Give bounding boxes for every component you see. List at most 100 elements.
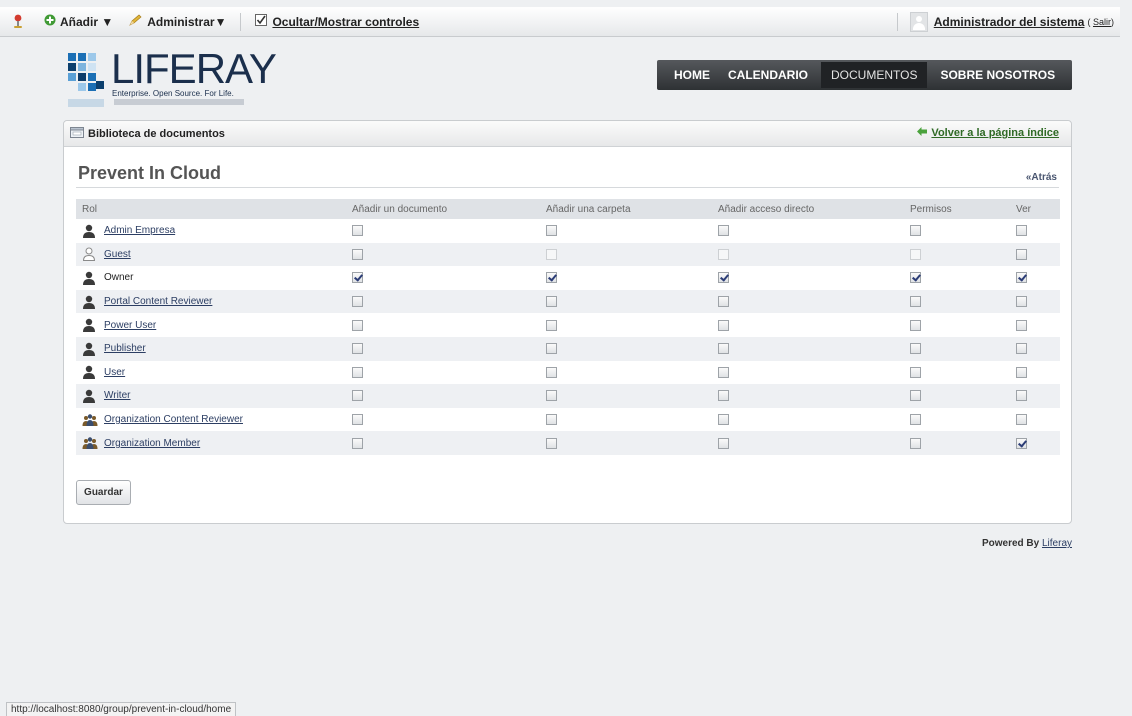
toggle-controls[interactable]: Ocultar/Mostrar controles (255, 14, 419, 29)
permission-cell (540, 384, 712, 408)
site-logo[interactable]: LIFERAY Enterprise. Open Source. For Lif… (64, 47, 277, 125)
nav-item-sobre-nosotros[interactable]: SOBRE NOSOTROS (931, 60, 1064, 90)
user-name-link[interactable]: Administrador del sistema (934, 15, 1085, 29)
checkbox-add-shortcut[interactable] (718, 343, 729, 355)
checkbox-permissions[interactable] (910, 413, 921, 425)
user-area: Administrador del sistema ( Salir) (896, 7, 1114, 37)
role-name-link[interactable]: Guest (104, 249, 131, 260)
checkbox-add-document[interactable] (352, 296, 363, 307)
checkbox-add-folder[interactable] (546, 343, 557, 355)
permission-cell (540, 289, 712, 314)
back-to-index[interactable]: Volver a la página índice (917, 127, 1059, 139)
checkbox-add-folder[interactable] (546, 413, 557, 425)
save-button[interactable]: Guardar (76, 480, 131, 505)
role-name-link[interactable]: Organization Member (104, 438, 200, 449)
role-name-link[interactable]: Admin Empresa (104, 225, 175, 236)
pin-icon[interactable] (8, 14, 28, 30)
manage-menu[interactable]: Administrar▼ (129, 14, 226, 29)
checkbox-view[interactable] (1016, 413, 1027, 425)
checkbox-add-folder[interactable] (546, 366, 557, 378)
column-header-view: Ver (1010, 199, 1060, 219)
checkbox-add-folder[interactable] (546, 225, 557, 237)
checkbox-add-folder[interactable] (546, 437, 557, 449)
permission-cell (1010, 289, 1060, 314)
permission-cell (904, 266, 1010, 290)
role-name: Owner (104, 272, 134, 284)
role-name-link[interactable]: Writer (104, 390, 130, 401)
back-link[interactable]: «Atrás (1026, 172, 1057, 183)
checkbox-view[interactable] (1016, 437, 1027, 449)
permission-cell (1010, 361, 1060, 385)
checkbox-add-document[interactable] (352, 366, 363, 378)
checkbox-view[interactable] (1016, 390, 1027, 402)
logout-paren-open: ( (1087, 17, 1091, 27)
checkbox-add-document[interactable] (352, 225, 363, 237)
nav-item-home[interactable]: HOME (665, 60, 719, 90)
toggle-controls-link[interactable]: Ocultar/Mostrar controles (272, 15, 419, 29)
role-name-link[interactable]: Power User (104, 320, 156, 331)
checkbox-view[interactable] (1016, 248, 1027, 260)
checkbox-add-shortcut[interactable] (718, 296, 729, 307)
checkbox-add-shortcut[interactable] (718, 390, 729, 402)
checkbox-permissions[interactable] (910, 296, 921, 307)
checkbox-add-document[interactable] (352, 319, 363, 331)
nav-item-documentos[interactable]: DOCUMENTOS (821, 62, 928, 88)
checkbox-add-folder[interactable] (546, 390, 557, 402)
checkbox-add-folder[interactable] (546, 296, 557, 307)
nav-item-calendario[interactable]: CALENDARIO (719, 60, 817, 90)
checkbox-view[interactable] (1016, 366, 1027, 378)
column-header-permissions: Permisos (904, 199, 1010, 219)
powered-by-link[interactable]: Liferay (1042, 538, 1072, 549)
dockbar-separator (896, 13, 898, 31)
checkbox-add-document[interactable] (352, 343, 363, 355)
checkbox-add-document[interactable] (352, 437, 363, 449)
checkbox-add-document[interactable] (352, 413, 363, 425)
checkbox-permissions[interactable] (910, 343, 921, 355)
document-library-portlet: Biblioteca de documentos Volver a la pág… (63, 120, 1072, 524)
checkbox-permissions[interactable] (910, 225, 921, 237)
role-name-link[interactable]: User (104, 367, 125, 378)
table-row: Admin Empresa (76, 219, 1060, 243)
checkbox-add-document[interactable] (352, 272, 363, 284)
role-cell: User (76, 361, 346, 385)
add-menu[interactable]: Añadir ▼ (44, 14, 113, 29)
permission-cell (904, 384, 1010, 408)
checkbox-permissions[interactable] (910, 272, 921, 284)
checkbox-view[interactable] (1016, 272, 1027, 284)
checkbox-permissions[interactable] (910, 437, 921, 449)
checkbox-view[interactable] (1016, 296, 1027, 307)
checkbox-add-shortcut[interactable] (718, 319, 729, 331)
checkbox-permissions[interactable] (910, 366, 921, 378)
permissions-table: Rol Añadir un documento Añadir una carpe… (76, 199, 1060, 455)
checkbox-add-shortcut[interactable] (718, 366, 729, 378)
column-header-add-document: Añadir un documento (346, 199, 540, 219)
checkbox-add-shortcut[interactable] (718, 437, 729, 449)
checkbox-view[interactable] (1016, 343, 1027, 355)
user-icon (82, 271, 96, 285)
avatar[interactable] (909, 12, 928, 32)
checkbox-view[interactable] (1016, 225, 1027, 237)
add-icon (44, 14, 56, 29)
permission-cell (712, 408, 904, 432)
logout-link[interactable]: Salir (1093, 17, 1111, 27)
table-row: User (76, 361, 1060, 385)
checkbox-add-shortcut[interactable] (718, 272, 729, 284)
permission-cell (346, 289, 540, 314)
checkbox-view[interactable] (1016, 319, 1027, 331)
checkbox-permissions[interactable] (910, 390, 921, 402)
checkbox-add-folder[interactable] (546, 319, 557, 331)
checkbox-add-shortcut[interactable] (718, 225, 729, 237)
role-name-link[interactable]: Organization Content Reviewer (104, 414, 243, 425)
role-cell-content: Guest (82, 247, 340, 262)
checkbox-permissions[interactable] (910, 319, 921, 331)
role-name-link[interactable]: Publisher (104, 343, 146, 354)
checkbox-add-document[interactable] (352, 248, 363, 260)
role-name-link[interactable]: Portal Content Reviewer (104, 296, 212, 307)
checkbox-add-document[interactable] (352, 390, 363, 402)
permission-cell (712, 289, 904, 314)
checkbox-add-folder[interactable] (546, 272, 557, 284)
permission-cell (540, 336, 712, 361)
back-to-index-link[interactable]: Volver a la página índice (931, 127, 1059, 139)
checkbox-add-shortcut[interactable] (718, 413, 729, 425)
role-cell-content: Publisher (82, 342, 340, 356)
